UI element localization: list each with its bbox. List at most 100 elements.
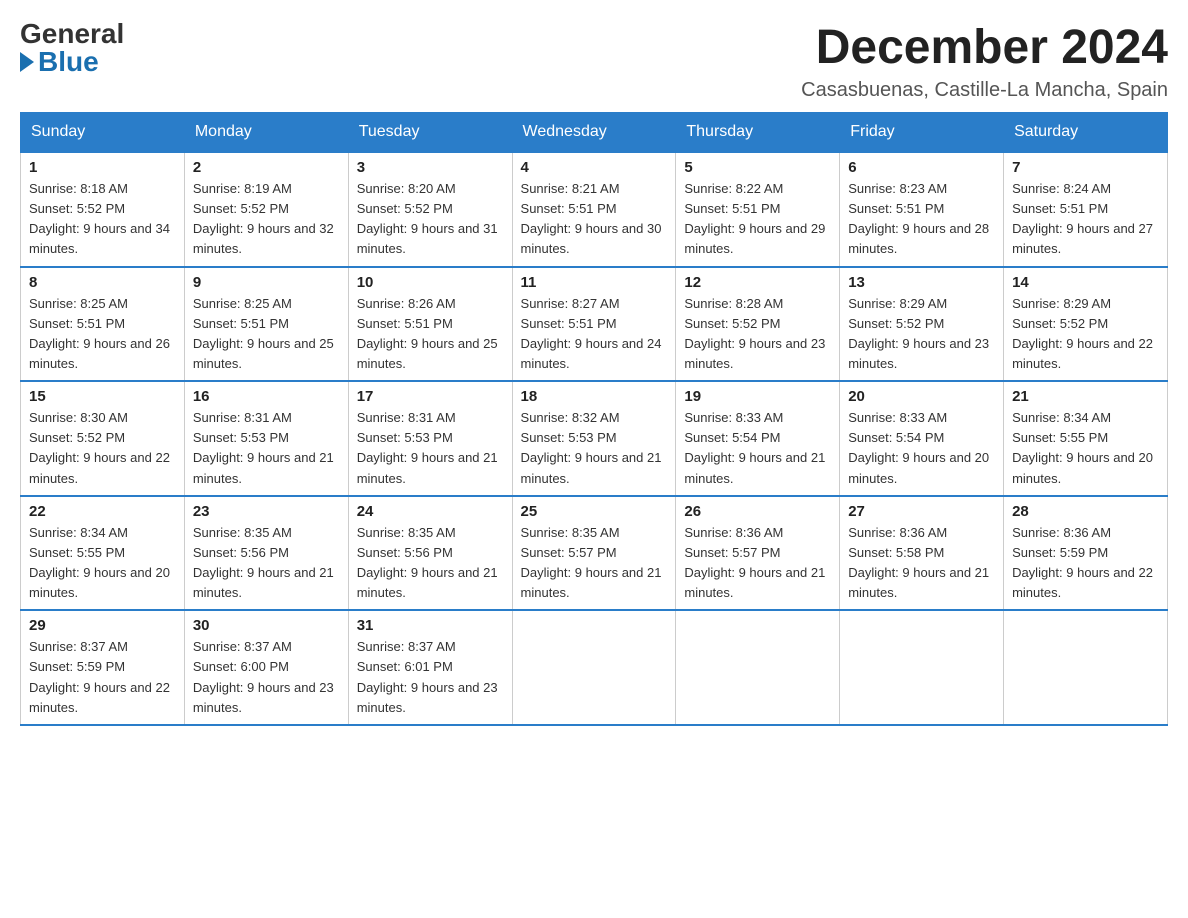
calendar-cell: 3 Sunrise: 8:20 AMSunset: 5:52 PMDayligh… [348,152,512,267]
calendar-cell: 2 Sunrise: 8:19 AMSunset: 5:52 PMDayligh… [184,152,348,267]
day-number: 29 [29,617,176,634]
day-info: Sunrise: 8:33 AMSunset: 5:54 PMDaylight:… [848,410,989,485]
day-info: Sunrise: 8:32 AMSunset: 5:53 PMDaylight:… [521,410,662,485]
day-number: 27 [848,503,995,520]
day-number: 1 [29,159,176,176]
day-number: 24 [357,503,504,520]
day-info: Sunrise: 8:25 AMSunset: 5:51 PMDaylight:… [193,296,334,371]
location-title: Casasbuenas, Castille-La Mancha, Spain [801,79,1168,102]
calendar-cell: 25 Sunrise: 8:35 AMSunset: 5:57 PMDaylig… [512,496,676,611]
logo: General Blue [20,20,124,76]
header-wednesday: Wednesday [512,113,676,153]
logo-arrow-icon [20,52,34,72]
day-number: 26 [684,503,831,520]
day-info: Sunrise: 8:19 AMSunset: 5:52 PMDaylight:… [193,181,334,256]
calendar-cell: 11 Sunrise: 8:27 AMSunset: 5:51 PMDaylig… [512,267,676,382]
day-number: 22 [29,503,176,520]
day-info: Sunrise: 8:24 AMSunset: 5:51 PMDaylight:… [1012,181,1153,256]
calendar-cell: 10 Sunrise: 8:26 AMSunset: 5:51 PMDaylig… [348,267,512,382]
day-info: Sunrise: 8:34 AMSunset: 5:55 PMDaylight:… [29,525,170,600]
calendar-cell: 26 Sunrise: 8:36 AMSunset: 5:57 PMDaylig… [676,496,840,611]
day-info: Sunrise: 8:25 AMSunset: 5:51 PMDaylight:… [29,296,170,371]
logo-general-text: General [20,20,124,48]
header-monday: Monday [184,113,348,153]
header-friday: Friday [840,113,1004,153]
week-row-3: 15 Sunrise: 8:30 AMSunset: 5:52 PMDaylig… [21,381,1168,496]
day-number: 6 [848,159,995,176]
calendar-cell [676,610,840,725]
day-number: 25 [521,503,668,520]
calendar-cell: 1 Sunrise: 8:18 AMSunset: 5:52 PMDayligh… [21,152,185,267]
day-info: Sunrise: 8:27 AMSunset: 5:51 PMDaylight:… [521,296,662,371]
day-number: 9 [193,274,340,291]
calendar-table: Sunday Monday Tuesday Wednesday Thursday… [20,112,1168,726]
day-info: Sunrise: 8:37 AMSunset: 6:00 PMDaylight:… [193,639,334,714]
day-info: Sunrise: 8:36 AMSunset: 5:57 PMDaylight:… [684,525,825,600]
calendar-cell: 18 Sunrise: 8:32 AMSunset: 5:53 PMDaylig… [512,381,676,496]
day-info: Sunrise: 8:20 AMSunset: 5:52 PMDaylight:… [357,181,498,256]
day-number: 11 [521,274,668,291]
calendar-cell: 28 Sunrise: 8:36 AMSunset: 5:59 PMDaylig… [1004,496,1168,611]
day-info: Sunrise: 8:37 AMSunset: 6:01 PMDaylight:… [357,639,498,714]
day-info: Sunrise: 8:23 AMSunset: 5:51 PMDaylight:… [848,181,989,256]
calendar-cell: 8 Sunrise: 8:25 AMSunset: 5:51 PMDayligh… [21,267,185,382]
day-number: 16 [193,388,340,405]
day-number: 30 [193,617,340,634]
calendar-cell: 29 Sunrise: 8:37 AMSunset: 5:59 PMDaylig… [21,610,185,725]
day-info: Sunrise: 8:28 AMSunset: 5:52 PMDaylight:… [684,296,825,371]
day-info: Sunrise: 8:35 AMSunset: 5:57 PMDaylight:… [521,525,662,600]
day-number: 18 [521,388,668,405]
week-row-2: 8 Sunrise: 8:25 AMSunset: 5:51 PMDayligh… [21,267,1168,382]
calendar-cell: 22 Sunrise: 8:34 AMSunset: 5:55 PMDaylig… [21,496,185,611]
calendar-cell: 14 Sunrise: 8:29 AMSunset: 5:52 PMDaylig… [1004,267,1168,382]
title-area: December 2024 Casasbuenas, Castille-La M… [801,20,1168,102]
day-number: 15 [29,388,176,405]
day-number: 13 [848,274,995,291]
calendar-cell [512,610,676,725]
calendar-cell: 16 Sunrise: 8:31 AMSunset: 5:53 PMDaylig… [184,381,348,496]
header-thursday: Thursday [676,113,840,153]
calendar-cell: 5 Sunrise: 8:22 AMSunset: 5:51 PMDayligh… [676,152,840,267]
calendar-cell: 30 Sunrise: 8:37 AMSunset: 6:00 PMDaylig… [184,610,348,725]
day-info: Sunrise: 8:33 AMSunset: 5:54 PMDaylight:… [684,410,825,485]
day-number: 2 [193,159,340,176]
day-number: 3 [357,159,504,176]
calendar-cell: 13 Sunrise: 8:29 AMSunset: 5:52 PMDaylig… [840,267,1004,382]
day-info: Sunrise: 8:34 AMSunset: 5:55 PMDaylight:… [1012,410,1153,485]
calendar-cell [840,610,1004,725]
day-info: Sunrise: 8:31 AMSunset: 5:53 PMDaylight:… [193,410,334,485]
week-row-4: 22 Sunrise: 8:34 AMSunset: 5:55 PMDaylig… [21,496,1168,611]
day-number: 23 [193,503,340,520]
calendar-cell: 20 Sunrise: 8:33 AMSunset: 5:54 PMDaylig… [840,381,1004,496]
month-title: December 2024 [801,20,1168,75]
day-number: 20 [848,388,995,405]
calendar-cell: 15 Sunrise: 8:30 AMSunset: 5:52 PMDaylig… [21,381,185,496]
day-info: Sunrise: 8:30 AMSunset: 5:52 PMDaylight:… [29,410,170,485]
day-number: 28 [1012,503,1159,520]
logo-blue-text: Blue [20,48,99,76]
day-info: Sunrise: 8:31 AMSunset: 5:53 PMDaylight:… [357,410,498,485]
calendar-cell: 12 Sunrise: 8:28 AMSunset: 5:52 PMDaylig… [676,267,840,382]
page-header: General Blue December 2024 Casasbuenas, … [20,20,1168,102]
day-info: Sunrise: 8:22 AMSunset: 5:51 PMDaylight:… [684,181,825,256]
header-sunday: Sunday [21,113,185,153]
day-number: 19 [684,388,831,405]
day-info: Sunrise: 8:35 AMSunset: 5:56 PMDaylight:… [193,525,334,600]
day-info: Sunrise: 8:21 AMSunset: 5:51 PMDaylight:… [521,181,662,256]
header-saturday: Saturday [1004,113,1168,153]
calendar-cell: 23 Sunrise: 8:35 AMSunset: 5:56 PMDaylig… [184,496,348,611]
calendar-cell: 9 Sunrise: 8:25 AMSunset: 5:51 PMDayligh… [184,267,348,382]
calendar-cell: 31 Sunrise: 8:37 AMSunset: 6:01 PMDaylig… [348,610,512,725]
calendar-cell: 17 Sunrise: 8:31 AMSunset: 5:53 PMDaylig… [348,381,512,496]
week-row-1: 1 Sunrise: 8:18 AMSunset: 5:52 PMDayligh… [21,152,1168,267]
calendar-cell: 19 Sunrise: 8:33 AMSunset: 5:54 PMDaylig… [676,381,840,496]
day-info: Sunrise: 8:29 AMSunset: 5:52 PMDaylight:… [1012,296,1153,371]
calendar-cell: 6 Sunrise: 8:23 AMSunset: 5:51 PMDayligh… [840,152,1004,267]
calendar-cell: 4 Sunrise: 8:21 AMSunset: 5:51 PMDayligh… [512,152,676,267]
day-info: Sunrise: 8:37 AMSunset: 5:59 PMDaylight:… [29,639,170,714]
calendar-cell [1004,610,1168,725]
day-info: Sunrise: 8:29 AMSunset: 5:52 PMDaylight:… [848,296,989,371]
calendar-cell: 27 Sunrise: 8:36 AMSunset: 5:58 PMDaylig… [840,496,1004,611]
day-number: 14 [1012,274,1159,291]
day-number: 21 [1012,388,1159,405]
